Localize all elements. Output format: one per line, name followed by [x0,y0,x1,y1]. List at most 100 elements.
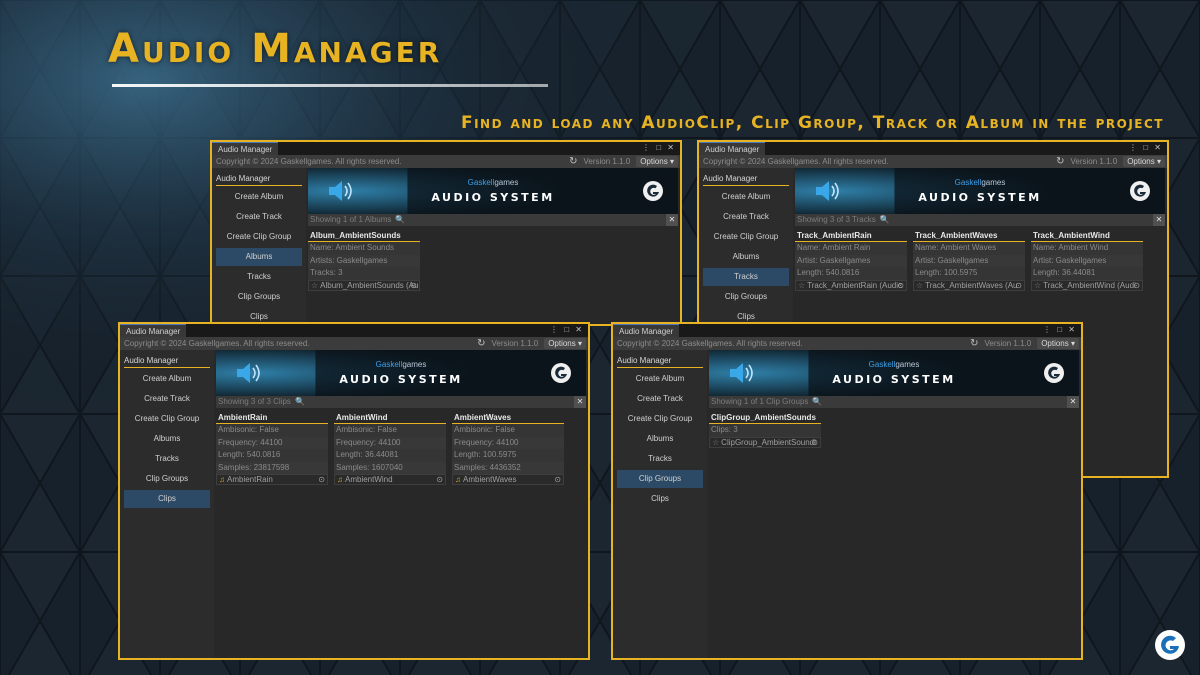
asset-reference-field[interactable]: ☆ Track_AmbientWind (Audi ⊙ [1031,279,1143,291]
result-card[interactable]: Track_AmbientWind Name: Ambient Wind Artis… [1031,230,1143,291]
card-detail: Samples: 1607040 [334,461,446,474]
sidebar-item-albums[interactable]: Albums [216,248,302,266]
sidebar-item-create-album[interactable]: Create Album [703,188,789,206]
window-controls[interactable]: ⋮ □ ✕ [1129,143,1163,152]
search-icon[interactable]: 🔍 [395,215,405,224]
asset-reference-field[interactable]: ♫ AmbientRain ⊙ [216,474,328,485]
object-picker-icon[interactable]: ⊙ [811,438,818,447]
sidebar-item-clips[interactable]: Clips [124,490,210,508]
card-title: Track_AmbientWind [1031,230,1143,242]
clear-search-button[interactable]: ✕ [666,214,678,226]
gaskellgames-logo-icon [642,180,664,202]
asset-reference-field[interactable]: ♫ AmbientWaves ⊙ [452,474,564,485]
sidebar-item-clip-groups[interactable]: Clip Groups [124,470,210,488]
options-dropdown[interactable]: Options ▾ [1123,156,1165,167]
asset-icon: ☆ [1034,280,1042,290]
sidebar-item-create-clip-group[interactable]: Create Clip Group [617,410,703,428]
refresh-icon[interactable]: ↻ [970,337,978,350]
window-tab[interactable]: Audio Manager [120,324,187,337]
search-bar[interactable]: Showing 3 of 3 Tracks 🔍 ✕ [795,214,1165,226]
result-card[interactable]: AmbientWaves Ambisonic: False Frequency: 4… [452,412,564,485]
window-controls[interactable]: ⋮ □ ✕ [642,143,676,152]
window-tab[interactable]: Audio Manager [613,324,680,337]
object-picker-icon[interactable]: ⊙ [897,281,904,290]
object-picker-icon[interactable]: ⊙ [436,475,443,484]
window-controls[interactable]: ⋮ □ ✕ [550,325,584,334]
options-dropdown[interactable]: Options ▾ [1037,338,1079,349]
card-detail: Artist: Gaskellgames [1031,254,1143,267]
result-card[interactable]: Album_AmbientSounds Name: Ambient Sounds A… [308,230,420,291]
results-list: AmbientRain Ambisonic: False Frequency: 44… [216,412,564,485]
card-detail: Length: 540.0816 [216,449,328,462]
object-picker-icon[interactable]: ⊙ [554,475,561,484]
asset-reference-field[interactable]: ☆ ClipGroup_AmbientSoundi ⊙ [709,436,821,448]
sidebar-item-clip-groups[interactable]: Clip Groups [703,288,789,306]
info-bar: Copyright © 2024 Gaskellgames. All right… [212,155,680,168]
result-card[interactable]: Track_AmbientWaves Name: Ambient Waves Art… [913,230,1025,291]
sidebar-item-create-track[interactable]: Create Track [703,208,789,226]
sidebar-item-tracks[interactable]: Tracks [617,450,703,468]
banner-brand: Gaskellgames [376,360,427,369]
sidebar-item-tracks[interactable]: Tracks [703,268,789,286]
search-status: Showing 1 of 1 Clip Groups [711,397,809,406]
sidebar-item-create-clip-group[interactable]: Create Clip Group [216,228,302,246]
refresh-icon[interactable]: ↻ [477,337,485,350]
gaskellgames-logo-icon [1043,362,1065,384]
options-dropdown[interactable]: Options ▾ [544,338,586,349]
search-bar[interactable]: Showing 1 of 1 Clip Groups 🔍 ✕ [709,396,1079,408]
search-icon[interactable]: 🔍 [880,215,890,224]
sidebar-item-create-album[interactable]: Create Album [216,188,302,206]
object-picker-icon[interactable]: ⊙ [410,281,417,290]
result-card[interactable]: ClipGroup_AmbientSounds Clips: 3 ☆ ClipGrou… [709,412,821,448]
options-dropdown[interactable]: Options ▾ [636,156,678,167]
card-title: AmbientRain [216,412,328,424]
sidebar-item-clip-groups[interactable]: Clip Groups [617,470,703,488]
banner-title: AUDIO SYSTEM [339,373,463,386]
asset-reference-field[interactable]: ☆ Track_AmbientWaves (Au ⊙ [913,279,1025,291]
search-icon[interactable]: 🔍 [812,397,822,406]
object-picker-icon[interactable]: ⊙ [1015,281,1022,290]
sidebar-item-clips[interactable]: Clips [617,490,703,508]
window-tab[interactable]: Audio Manager [212,142,279,155]
asset-reference-field[interactable]: ☆ Album_AmbientSounds (Au ⊙ [308,279,420,291]
sidebar-item-create-album[interactable]: Create Album [124,370,210,388]
object-picker-icon[interactable]: ⊙ [318,475,325,484]
sidebar-item-albums[interactable]: Albums [703,248,789,266]
refresh-icon[interactable]: ↻ [1056,155,1064,168]
card-detail: Frequency: 44100 [334,436,446,449]
search-icon[interactable]: 🔍 [295,397,305,406]
sidebar-item-create-track[interactable]: Create Track [124,390,210,408]
results-list: Track_AmbientRain Name: Ambient Rain Artis… [795,230,1143,291]
version-label: Version 1.1.0 [491,339,539,348]
result-card[interactable]: Track_AmbientRain Name: Ambient Rain Artis… [795,230,907,291]
sidebar-item-clip-groups[interactable]: Clip Groups [216,288,302,306]
sidebar-item-albums[interactable]: Albums [124,430,210,448]
object-picker-icon[interactable]: ⊙ [1133,281,1140,290]
asset-reference-field[interactable]: ♫ AmbientWind ⊙ [334,474,446,485]
window-controls[interactable]: ⋮ □ ✕ [1043,325,1077,334]
headline-underline [112,84,548,87]
result-card[interactable]: AmbientWind Ambisonic: False Frequency: 44… [334,412,446,485]
sidebar-item-albums[interactable]: Albums [617,430,703,448]
clear-search-button[interactable]: ✕ [1153,214,1165,226]
page-tagline: Find and load any AudioClip, Clip Group,… [460,113,1164,133]
sidebar-item-create-clip-group[interactable]: Create Clip Group [703,228,789,246]
card-detail: Artist: Gaskellgames [913,254,1025,267]
sidebar-item-tracks[interactable]: Tracks [124,450,210,468]
sidebar-header: Audio Manager [617,356,703,368]
search-bar[interactable]: Showing 3 of 3 Clips 🔍 ✕ [216,396,586,408]
result-card[interactable]: AmbientRain Ambisonic: False Frequency: 44… [216,412,328,485]
clear-search-button[interactable]: ✕ [574,396,586,408]
clear-search-button[interactable]: ✕ [1067,396,1079,408]
card-title: Album_AmbientSounds [308,230,420,242]
sidebar-item-create-clip-group[interactable]: Create Clip Group [124,410,210,428]
refresh-icon[interactable]: ↻ [569,155,577,168]
search-bar[interactable]: Showing 1 of 1 Albums 🔍 ✕ [308,214,678,226]
sidebar-item-tracks[interactable]: Tracks [216,268,302,286]
window-tab[interactable]: Audio Manager [699,142,766,155]
sidebar-item-create-track[interactable]: Create Track [617,390,703,408]
search-status: Showing 3 of 3 Tracks [797,215,876,224]
sidebar-item-create-album[interactable]: Create Album [617,370,703,388]
sidebar-item-create-track[interactable]: Create Track [216,208,302,226]
asset-reference-field[interactable]: ☆ Track_AmbientRain (Audic ⊙ [795,279,907,291]
